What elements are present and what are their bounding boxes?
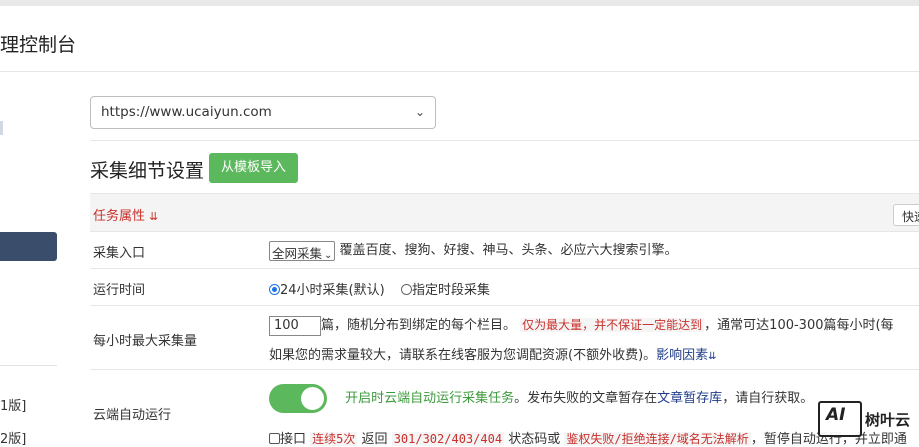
radio-scheduled[interactable]: [400, 284, 412, 295]
max-per-hour-label: 每小时最大采集量: [93, 334, 198, 349]
ai-logo-icon: AI: [818, 401, 862, 437]
ai-logo-text: AI: [826, 405, 846, 425]
factors-link-label: 影响因素: [656, 348, 709, 363]
entry-cell: 全网采集 ⌄ 覆盖百度、搜狗、好搜、神马、头条、必应六大搜索引擎。: [269, 239, 678, 261]
cloud-run-text-3: 返回: [361, 432, 388, 447]
chevron-down-icon: ⌄: [414, 105, 425, 119]
import-from-template-button[interactable]: 从模板导入: [209, 153, 298, 183]
run-time-cell: 24小时采集(默认) 指定时段采集: [269, 279, 490, 298]
max-per-hour-input[interactable]: 100: [269, 315, 321, 336]
radio-24h-label: 24小时采集(默认): [280, 283, 385, 298]
cloud-run-label: 云端自动运行: [93, 408, 172, 423]
max-per-hour-text-1: 篇，随机分布到绑定的每个栏目。: [321, 318, 517, 333]
max-per-hour-warning: 仅为最大量，并不保证一定能达到: [520, 318, 705, 332]
task-properties-label: 任务属性: [93, 209, 146, 224]
chevron-double-down-icon: ⇊: [708, 351, 717, 362]
cloud-run-line-1: 开启时云端自动运行采集任务。发布失败的文章暂存在文章暂存库，请自行获取。: [269, 384, 813, 413]
divider: [90, 140, 919, 141]
cloud-run-code: 301/302/403/404: [391, 432, 505, 446]
entry-description: 覆盖百度、搜狗、好搜、神马、头条、必应六大搜索引擎。: [339, 243, 678, 258]
cloud-run-green-text: 开启时云端自动运行采集任务: [345, 391, 515, 406]
table-row-cloud-run: 云端自动运行 开启时云端自动运行采集任务。发布失败的文章暂存在文章暂存库，请自行…: [90, 369, 919, 447]
toggle-knob: [301, 387, 324, 410]
cloud-run-line-2: 接口 连续5次 返回 301/302/403/404 状态码或 鉴权失败/拒绝连…: [269, 428, 907, 447]
max-per-hour-line-2: 如果您的需求量较大，请联系在线客服为您调配资源(不额外收费)。影响因素⇊: [269, 344, 717, 363]
table-header-row: 任务属性 ⇊ 快速: [90, 193, 919, 231]
sidebar-item-active[interactable]: [0, 232, 57, 261]
watermark-text: 树叶云: [865, 411, 911, 429]
max-per-hour-help: 如果您的需求量较大，请联系在线客服为您调配资源(不额外收费)。: [269, 348, 657, 363]
quick-button[interactable]: 快速: [893, 204, 919, 226]
interface-checkbox-label: 接口: [280, 432, 307, 447]
interface-checkbox[interactable]: [269, 433, 280, 444]
table-row-run-time: 运行时间 24小时采集(默认) 指定时段采集: [90, 268, 919, 305]
chevron-double-down-icon: ⇊: [149, 210, 159, 223]
chevron-down-icon: ⌄: [324, 249, 333, 261]
site-select[interactable]: https://www.ucaiyun.com ⌄: [90, 96, 436, 129]
article-storage-link[interactable]: 文章暂存库: [657, 391, 722, 406]
entry-label: 采集入口: [93, 246, 146, 261]
sidebar-item-marker: [0, 121, 3, 135]
cloud-run-text-1: 。发布失败的文章暂存在: [514, 391, 658, 406]
factors-link[interactable]: 影响因素⇊: [656, 348, 716, 363]
page-title: 理控制台: [0, 34, 77, 56]
header: 理控制台: [0, 6, 919, 72]
site-select-value: https://www.ucaiyun.com: [101, 104, 272, 120]
cloud-run-toggle[interactable]: [269, 384, 327, 413]
radio-scheduled-label: 指定时段采集: [411, 283, 490, 298]
task-properties-header[interactable]: 任务属性 ⇊: [93, 205, 158, 224]
sidebar-item-version-2[interactable]: 2版]: [0, 428, 26, 447]
watermark-logo: AI 树叶云: [818, 401, 919, 437]
table-row-max-per-hour: 每小时最大采集量 100 篇，随机分布到绑定的每个栏目。 仅为最大量，并不保证一定…: [90, 305, 919, 369]
cloud-run-text-2: ，请自行获取。: [722, 391, 814, 406]
entry-select-value: 全网采集: [272, 245, 323, 261]
sidebar-divider: [0, 365, 57, 366]
sidebar-item-version-1[interactable]: 1版]: [0, 395, 26, 414]
cloud-run-code-2: 鉴权失败/拒绝连接/域名无法解析: [564, 432, 751, 446]
run-time-label: 运行时间: [93, 283, 146, 298]
sidebar: 1版] 2版]: [0, 73, 68, 447]
entry-select[interactable]: 全网采集 ⌄: [269, 240, 336, 261]
max-per-hour-line-1: 100 篇，随机分布到绑定的每个栏目。 仅为最大量，并不保证一定能达到 ，通常可达1…: [269, 314, 894, 336]
section-title: 采集细节设置: [90, 160, 205, 182]
cloud-run-warn-1: 连续5次: [310, 432, 358, 446]
radio-24h[interactable]: [269, 284, 280, 295]
cloud-run-text-4: 状态码或: [508, 432, 561, 447]
table-row-entry: 采集入口 全网采集 ⌄ 覆盖百度、搜狗、好搜、神马、头条、必应六大搜索引擎。: [90, 231, 919, 268]
max-per-hour-text-2: ，通常可达100-300篇每小时(每: [704, 318, 894, 333]
